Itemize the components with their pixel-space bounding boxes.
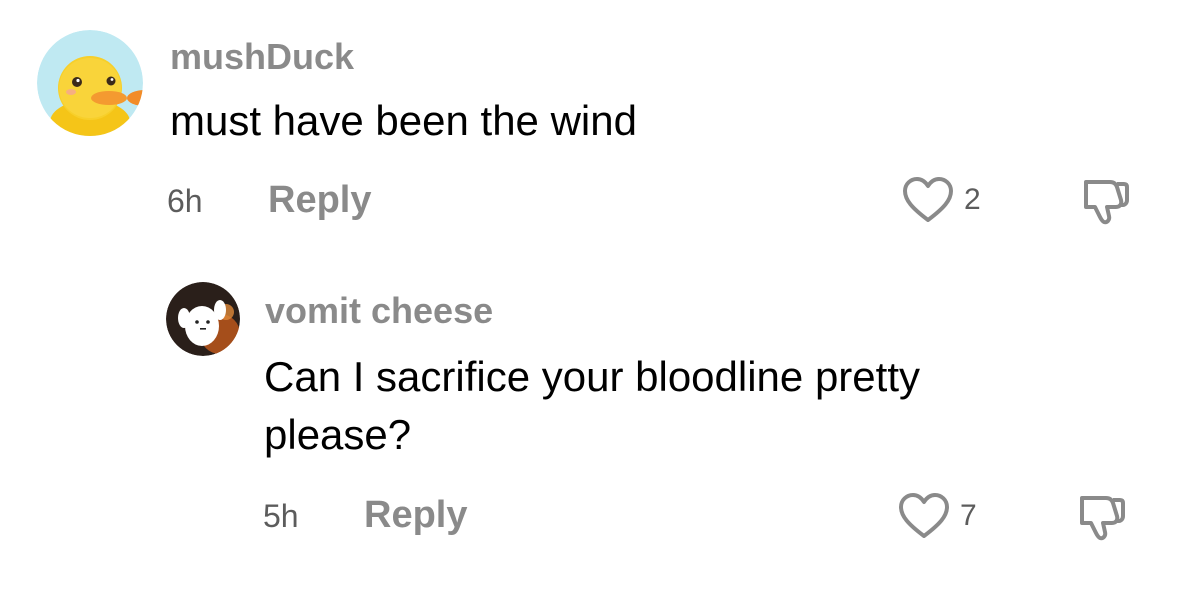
heart-icon: [903, 177, 953, 222]
dislike-button[interactable]: [1076, 492, 1128, 547]
reply-username[interactable]: vomit cheese: [265, 290, 493, 332]
dislike-button[interactable]: [1080, 176, 1132, 231]
like-button[interactable]: 7: [898, 492, 977, 540]
duck-avatar[interactable]: [37, 30, 143, 136]
heart-icon: [899, 493, 949, 538]
reply-button[interactable]: Reply: [364, 494, 467, 537]
reply-timestamp: 5h: [263, 498, 299, 534]
comment-timestamp: 6h: [167, 183, 203, 219]
ghost-avatar[interactable]: [166, 282, 240, 356]
comment-text: must have been the wind: [170, 97, 637, 144]
like-count: 2: [964, 183, 981, 216]
reply-text: Can I sacrifice your bloodline pretty pl…: [264, 353, 920, 458]
comment-username[interactable]: mushDuck: [170, 36, 354, 78]
thumbs-down-icon: [1080, 496, 1125, 541]
like-count: 7: [960, 499, 977, 532]
ghost-icon: [166, 282, 240, 356]
thumbs-down-icon: [1084, 180, 1129, 225]
reply-button[interactable]: Reply: [268, 179, 371, 222]
like-button[interactable]: 2: [902, 176, 981, 224]
duck-icon: [37, 30, 143, 136]
